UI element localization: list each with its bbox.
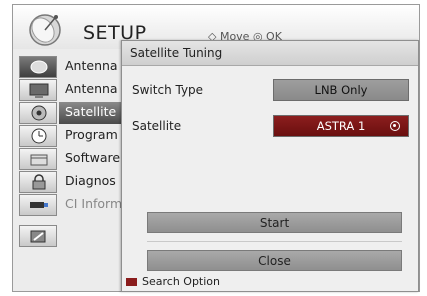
menu-label: Software <box>65 150 121 165</box>
satellite-label: Satellite <box>132 119 182 133</box>
switch-type-select[interactable]: LNB Only <box>273 79 409 101</box>
menu-label: Program <box>65 127 118 142</box>
clock-icon <box>19 125 57 147</box>
menu-label: Antenna <box>65 58 118 73</box>
divider <box>147 241 402 242</box>
satellite-dish-icon <box>29 14 61 46</box>
box-icon <box>19 148 57 170</box>
disc-icon <box>19 102 57 124</box>
tools-icon <box>19 225 57 247</box>
menu-label: Antenna <box>65 81 118 96</box>
start-button[interactable]: Start <box>147 212 402 233</box>
dialog-title-bar: Satellite Tuning <box>122 41 418 66</box>
dialog-title: Satellite Tuning <box>130 46 223 60</box>
close-button[interactable]: Close <box>147 250 402 271</box>
satellite-dish-icon <box>19 56 57 78</box>
card-icon <box>19 194 57 216</box>
menu-label: Satellite <box>65 104 117 119</box>
satellite-select[interactable]: ASTRA 1 <box>273 115 409 137</box>
search-option-label: Search Option <box>142 275 220 288</box>
red-key-icon <box>126 278 137 286</box>
lock-icon <box>19 171 57 193</box>
switch-type-label: Switch Type <box>132 83 204 97</box>
satellite-tuning-dialog: Satellite Tuning Switch Type LNB Only Sa… <box>121 40 419 292</box>
satellite-value: ASTRA 1 <box>316 119 366 133</box>
tv-screen-icon <box>19 79 57 101</box>
menu-label: Diagnos <box>65 173 116 188</box>
radio-indicator-icon <box>390 121 400 131</box>
menu-label: CI Inform <box>65 196 123 211</box>
